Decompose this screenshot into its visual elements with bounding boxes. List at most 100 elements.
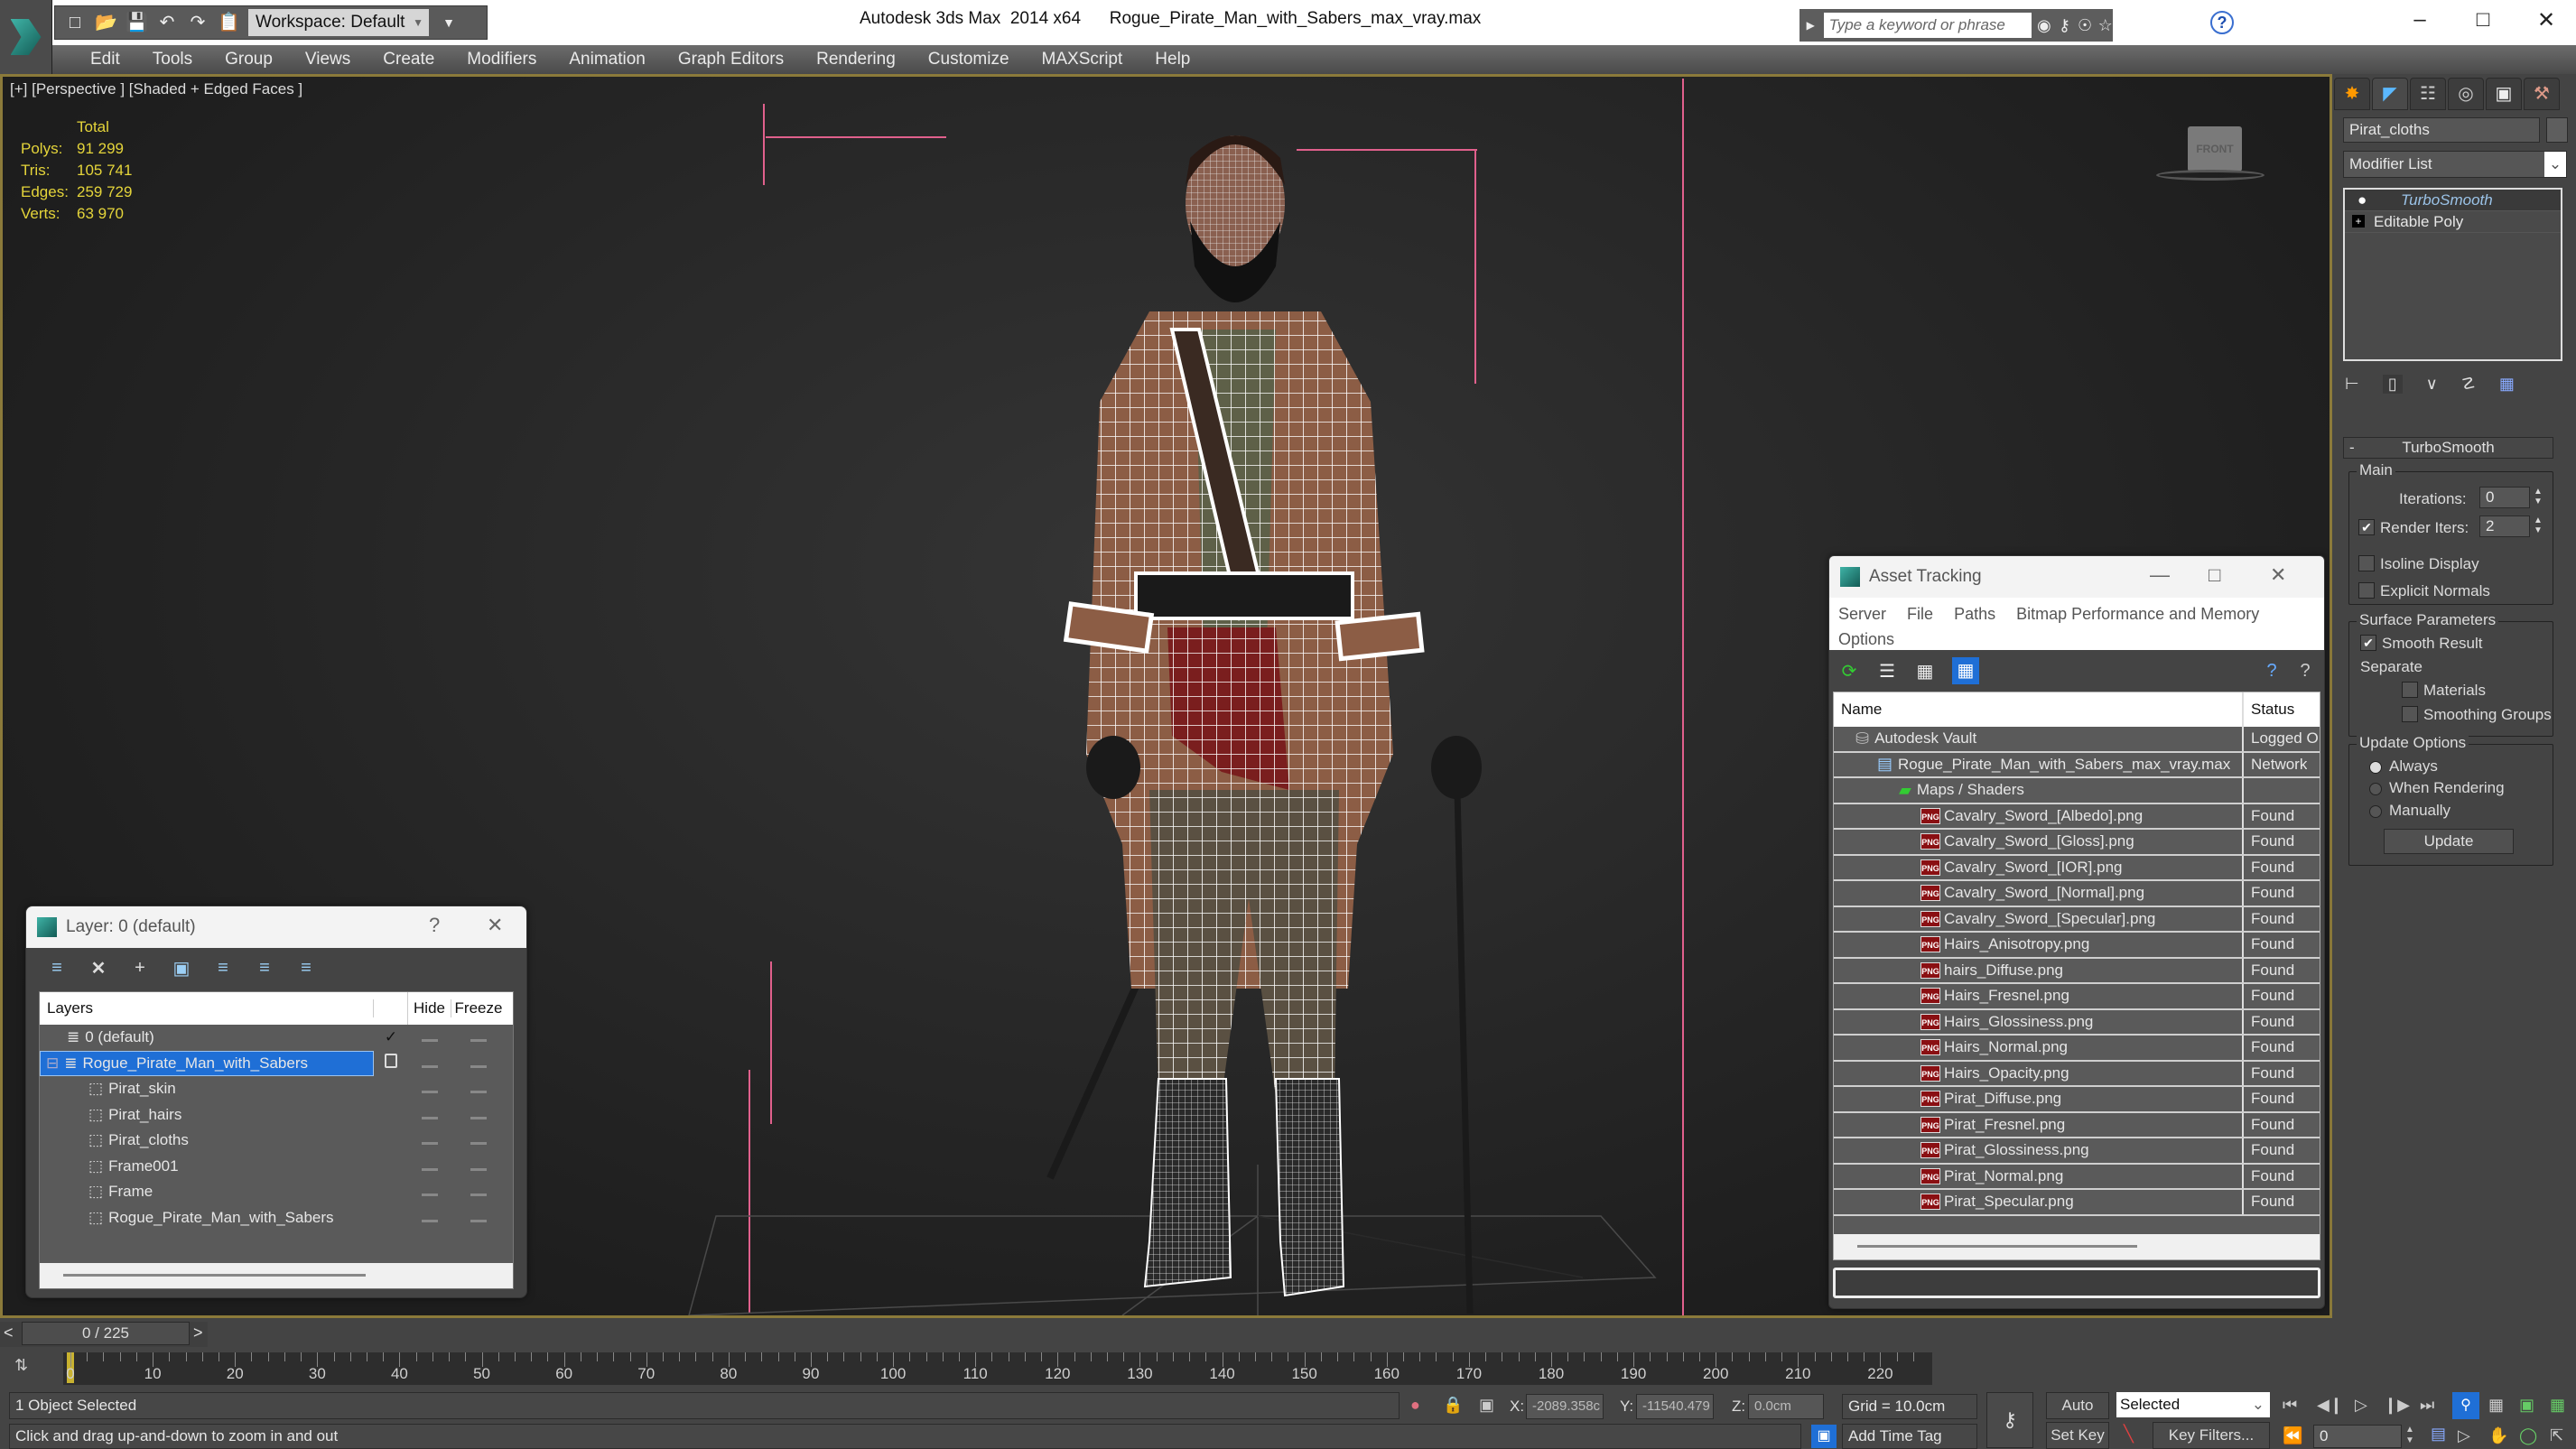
menu-modifiers[interactable]: Modifiers — [451, 45, 553, 74]
absolute-mode-icon[interactable]: ▣ — [1479, 1396, 1494, 1415]
maximize-button[interactable]: □ — [2209, 563, 2220, 587]
asset-row[interactable]: ▰ Maps / Shaders — [1834, 778, 2320, 804]
column-hide[interactable]: Hide — [408, 999, 451, 1017]
default-tangent-icon[interactable]: ╲ — [2124, 1425, 2134, 1444]
turbosmooth-rollout-header[interactable]: - TurboSmooth — [2343, 437, 2553, 459]
set-current-layer-icon[interactable]: ≡ — [254, 958, 275, 979]
menu-views[interactable]: Views — [289, 45, 367, 74]
spinner-arrows-icon[interactable]: ▲ ▼ — [2534, 516, 2543, 535]
maximize-button[interactable]: □ — [2465, 7, 2501, 33]
field-of-view-icon[interactable]: ▷ — [2458, 1426, 2470, 1445]
open-folder-icon[interactable]: 📂 — [95, 12, 117, 33]
workspace-dropdown[interactable]: Workspace: Default ▼ — [248, 9, 429, 36]
asset-row[interactable]: PNG Hairs_Fresnel.png Found — [1834, 984, 2320, 1010]
menu-server[interactable]: Server — [1838, 605, 1886, 623]
select-layer-icon[interactable]: ≡ — [212, 958, 234, 979]
menu-paths[interactable]: Paths — [1954, 605, 1995, 623]
help-world-icon[interactable]: ? — [2261, 661, 2283, 682]
close-button[interactable]: ✕ — [2270, 563, 2286, 587]
asset-path-field[interactable] — [1833, 1268, 2320, 1298]
time-configuration-icon[interactable]: ▤ — [2431, 1425, 2446, 1444]
make-unique-icon[interactable]: ∨ — [2426, 375, 2438, 394]
set-key-mode-key-icon[interactable]: ⚷ — [1986, 1392, 2033, 1448]
stack-item-turbosmooth[interactable]: ● TurboSmooth — [2345, 190, 2561, 211]
layer-object-row[interactable]: ⬚ Frame — [40, 1179, 513, 1205]
hide-toggle[interactable] — [408, 1131, 451, 1149]
hide-toggle[interactable] — [408, 1183, 451, 1201]
hide-toggle[interactable] — [408, 1028, 451, 1046]
menu-group[interactable]: Group — [209, 45, 289, 74]
go-to-start-icon[interactable]: ⏮ — [2283, 1396, 2297, 1415]
key-mode-dropdown[interactable]: Selected ⌄ — [2116, 1392, 2270, 1417]
modifier-list-dropdown[interactable]: Modifier List ⌄ — [2343, 151, 2567, 178]
next-frame-arrow-icon[interactable]: > — [193, 1324, 203, 1342]
tab-create[interactable]: ✸ — [2334, 78, 2370, 110]
zoom-all-icon[interactable]: ▦ — [2488, 1396, 2504, 1415]
tree-view-icon[interactable]: ▦ — [1914, 660, 1936, 683]
star-icon[interactable]: ☆ — [2097, 16, 2113, 35]
previous-frame-icon[interactable]: ◀❙ — [2317, 1396, 2343, 1415]
render-iters-spinner[interactable]: 2 — [2479, 516, 2530, 537]
pirate-model[interactable] — [1014, 104, 1520, 1314]
refresh-icon[interactable]: ⟳ — [1838, 660, 1860, 683]
delete-layer-icon[interactable]: ✕ — [88, 957, 109, 980]
column-layers[interactable]: Layers — [40, 999, 374, 1017]
freeze-toggle[interactable] — [451, 1080, 506, 1098]
iterations-spinner[interactable]: 0 — [2479, 487, 2530, 508]
tab-motion[interactable]: ◎ — [2448, 78, 2484, 110]
redo-icon[interactable]: ↷ — [187, 12, 209, 33]
isolate-selection-icon[interactable]: ● — [1410, 1396, 1420, 1415]
menu-tools[interactable]: Tools — [136, 45, 209, 74]
close-button[interactable]: ✕ — [487, 914, 503, 937]
remove-modifier-icon[interactable]: ☡ — [2461, 375, 2476, 394]
asset-row[interactable]: PNG Cavalry_Sword_[IOR].png Found — [1834, 855, 2320, 881]
freeze-toggle[interactable] — [451, 1209, 506, 1227]
asset-row[interactable]: PNG Cavalry_Sword_[Normal].png Found — [1834, 881, 2320, 907]
current-layer-checkmark-icon[interactable]: ✓ — [374, 1028, 408, 1046]
table-view-icon[interactable]: ▦ — [1952, 657, 1979, 684]
menu-maxscript[interactable]: MAXScript — [1026, 45, 1139, 74]
asset-row[interactable]: PNG Pirat_Glossiness.png Found — [1834, 1138, 2320, 1165]
help-item-icon[interactable]: ? — [2294, 661, 2316, 682]
column-status[interactable]: Status — [2244, 701, 2294, 719]
expand-arrow-icon[interactable]: ▶ — [1803, 19, 1818, 32]
time-slider[interactable]: < 0 / 225 > — [0, 1322, 208, 1347]
layer-object-row[interactable]: ⬚ Pirat_skin — [40, 1076, 513, 1102]
asset-row[interactable]: PNG Pirat_Specular.png Found — [1834, 1190, 2320, 1216]
asset-row[interactable]: PNG Hairs_Anisotropy.png Found — [1834, 933, 2320, 959]
satellite-icon[interactable]: ☉ — [2078, 16, 2093, 35]
asset-row[interactable]: PNG Cavalry_Sword_[Gloss].png Found — [1834, 830, 2320, 856]
customize-toolbar-icon[interactable]: ▼ — [438, 12, 460, 33]
layer-object-row[interactable]: ⬚ Pirat_cloths — [40, 1128, 513, 1154]
freeze-toggle[interactable] — [451, 1106, 506, 1124]
asset-list-hscrollbar[interactable] — [1834, 1234, 2320, 1259]
key-filters-button[interactable]: Key Filters... — [2153, 1422, 2270, 1449]
pin-stack-icon[interactable]: ⊢ — [2345, 375, 2359, 394]
menu-customize[interactable]: Customize — [912, 45, 1026, 74]
menu-graph-editors[interactable]: Graph Editors — [662, 45, 800, 74]
viewcube[interactable]: FRONT — [2188, 126, 2242, 172]
update-always-radio[interactable] — [2369, 761, 2382, 774]
tab-utilities[interactable]: ⚒ — [2524, 78, 2560, 110]
layer-dialog-titlebar[interactable]: Layer: 0 (default) ? ✕ — [26, 906, 526, 948]
orbit-icon[interactable]: ◯ — [2519, 1426, 2537, 1445]
freeze-toggle[interactable] — [451, 1157, 506, 1175]
y-coordinate-field[interactable]: -11540.479 — [1636, 1394, 1714, 1419]
curve-editor-toggle-icon[interactable]: ⇅ — [14, 1356, 28, 1375]
layer-object-row[interactable]: ⬚ Frame001 — [40, 1154, 513, 1180]
prev-frame-arrow-icon[interactable]: < — [4, 1324, 14, 1342]
smooth-result-checkbox[interactable]: ✔ — [2360, 635, 2376, 651]
binoculars-icon[interactable]: ◉ — [2037, 16, 2052, 35]
update-manually-radio[interactable] — [2369, 805, 2382, 818]
tab-hierarchy[interactable]: ☷ — [2410, 78, 2446, 110]
add-time-tag[interactable]: Add Time Tag — [1842, 1424, 1977, 1449]
asset-row[interactable]: PNG Hairs_Normal.png Found — [1834, 1036, 2320, 1062]
asset-row[interactable]: ⛁ Autodesk Vault Logged O — [1834, 727, 2320, 753]
isoline-display-checkbox[interactable] — [2358, 555, 2375, 571]
column-freeze[interactable]: Freeze — [451, 999, 506, 1017]
layer-object-row[interactable]: ⬚ Pirat_hairs — [40, 1102, 513, 1129]
hide-toggle[interactable] — [408, 1157, 451, 1175]
asset-row[interactable]: ▤ Rogue_Pirate_Man_with_Sabers_max_vray.m… — [1834, 752, 2320, 778]
configure-sets-icon[interactable]: ▦ — [2499, 375, 2515, 394]
set-key-button[interactable]: Set Key — [2046, 1422, 2109, 1449]
